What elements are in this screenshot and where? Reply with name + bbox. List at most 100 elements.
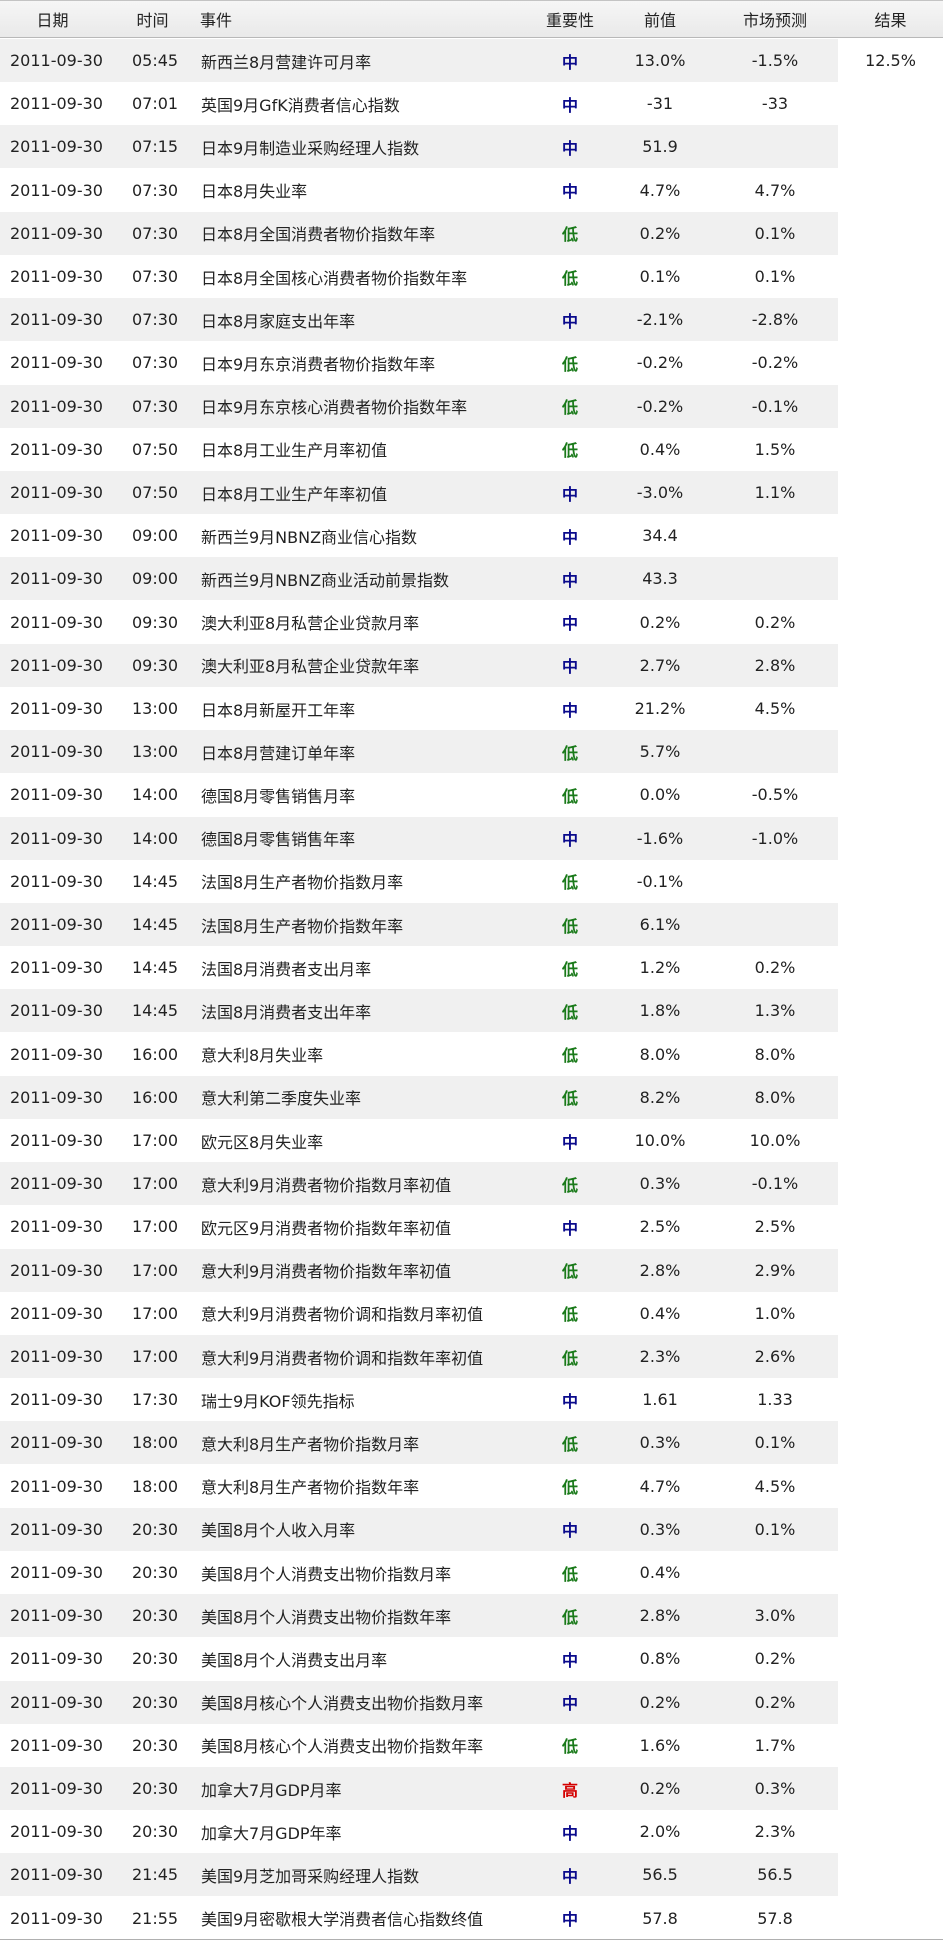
- row-time: 07:01: [132, 94, 179, 114]
- row-time: 07:30: [132, 396, 179, 416]
- row-previous: 8.2%: [639, 1087, 681, 1107]
- row-importance: 低: [561, 916, 578, 936]
- row-previous: 2.8%: [639, 1606, 681, 1626]
- row-date: 2011-09-30: [10, 396, 103, 416]
- row-event: 日本9月制造业采购经理人指数: [201, 138, 420, 158]
- row-time: 09:00: [132, 526, 179, 546]
- row-event: 日本8月全国核心消费者物价指数年率: [201, 268, 468, 288]
- table-row: 2011-09-30 07:30 日本8月全国消费者物价指数年率 低 0.2% 0.1%: [0, 211, 838, 255]
- row-event: 瑞士9月KOF领先指标: [201, 1391, 355, 1411]
- table-row: 2011-09-30 18:00 意大利8月生产者物价指数月率 低 0.3% 0.1%: [0, 1421, 838, 1465]
- row-date: 2011-09-30: [10, 1563, 103, 1582]
- row-forecast: 4.5%: [754, 699, 796, 718]
- row-importance: 低: [561, 1737, 578, 1757]
- table-row: 2011-09-30 17:30 瑞士9月KOF领先指标 中 1.61 1.33: [0, 1378, 838, 1421]
- row-time: 09:30: [132, 612, 179, 632]
- row-result: [838, 385, 943, 428]
- row-time: 09:00: [132, 569, 179, 589]
- row-event: 意大利9月消费者物价指数月率初值: [201, 1175, 452, 1195]
- row-time: 13:00: [132, 699, 179, 718]
- row-date: 2011-09-30: [10, 483, 103, 502]
- row-forecast: 56.5: [757, 1865, 793, 1885]
- row-forecast: 10.0%: [749, 1131, 801, 1150]
- row-date: 2011-09-30: [10, 1260, 103, 1280]
- header-date: 日期: [36, 11, 69, 30]
- row-time: 17:00: [132, 1303, 179, 1323]
- row-event: 美国8月核心个人消费支出物价指数月率: [201, 1694, 484, 1714]
- row-event: 日本8月工业生产年率初值: [201, 484, 388, 504]
- row-previous: -2.1%: [636, 310, 684, 330]
- table-row: 2011-09-30 17:00 意大利9月消费者物价调和指数月率初值 低 0.4% 1.…: [0, 1292, 838, 1335]
- row-forecast: 8.0%: [754, 1044, 796, 1064]
- row-time: 17:00: [132, 1174, 179, 1194]
- row-previous: 2.0%: [639, 1822, 681, 1842]
- row-previous: 0.0%: [639, 785, 681, 805]
- row-forecast: -0.5%: [751, 785, 799, 805]
- row-date: 2011-09-30: [10, 1217, 103, 1237]
- row-event: 意大利8月生产者物价指数年率: [201, 1478, 420, 1498]
- header-time: 时间: [136, 11, 169, 30]
- table-row: 2011-09-30 14:00 德国8月零售销售月率 低 0.0% -0.5%: [0, 773, 838, 816]
- row-result: [838, 212, 943, 255]
- row-forecast: -0.1%: [751, 396, 799, 416]
- table-row: 2011-09-30 14:45 法国8月消费者支出年率 低 1.8% 1.3%: [0, 989, 838, 1033]
- row-date: 2011-09-30: [10, 439, 103, 459]
- row-result: [838, 989, 943, 1032]
- table-row: 2011-09-30 07:30 日本9月东京消费者物价指数年率 低 -0.2% -0.2…: [0, 341, 838, 384]
- row-forecast: 1.5%: [754, 439, 796, 459]
- row-event: 美国8月核心个人消费支出物价指数年率: [201, 1737, 484, 1757]
- row-result: [838, 1292, 943, 1335]
- table-row: 2011-09-30 21:45 美国9月芝加哥采购经理人指数 中 56.5 56.5: [0, 1853, 838, 1897]
- row-date: 2011-09-30: [10, 915, 103, 934]
- row-forecast: [715, 903, 835, 946]
- row-event: 日本8月家庭支出年率: [201, 311, 356, 331]
- row-importance: 低: [561, 354, 578, 374]
- row-event: 美国9月芝加哥采购经理人指数: [201, 1866, 420, 1886]
- row-forecast: -1.0%: [751, 828, 799, 848]
- row-result: [838, 1421, 943, 1464]
- header-result: 结果: [874, 11, 907, 30]
- row-result: [838, 860, 943, 903]
- row-result: [838, 298, 943, 341]
- row-time: 16:00: [132, 1087, 179, 1107]
- row-date: 2011-09-30: [10, 310, 103, 330]
- row-forecast: -2.8%: [751, 310, 799, 330]
- row-result: [838, 1897, 943, 1940]
- row-previous: 0.2%: [639, 1779, 681, 1798]
- row-time: 07:30: [132, 267, 179, 286]
- table-row: 2011-09-30 20:30 加拿大7月GDP月率 高 0.2% 0.3%: [0, 1767, 838, 1810]
- row-result: [838, 1033, 943, 1076]
- row-previous: 0.3%: [639, 1433, 681, 1453]
- table-row: 2011-09-30 20:30 美国8月个人收入月率 中 0.3% 0.1%: [0, 1507, 838, 1551]
- row-forecast: 1.0%: [754, 1303, 796, 1323]
- row-time: 20:30: [132, 1822, 179, 1842]
- row-forecast: 4.7%: [754, 180, 796, 200]
- row-result: [838, 1853, 943, 1896]
- row-result: [838, 1205, 943, 1248]
- row-event: 澳大利亚8月私营企业贷款年率: [201, 657, 420, 677]
- table-row: 2011-09-30 13:00 日本8月营建订单年率 低 5.7%: [0, 730, 838, 774]
- row-result: [838, 644, 943, 687]
- row-result: [838, 1119, 943, 1162]
- row-previous: 0.3%: [639, 1174, 681, 1194]
- row-importance: 中: [561, 1391, 578, 1411]
- table-row: 2011-09-30 17:00 欧元区9月消费者物价指数年率初值 中 2.5% 2.5%: [0, 1205, 838, 1248]
- row-event: 日本8月工业生产月率初值: [201, 441, 388, 461]
- row-importance: 中: [561, 1823, 578, 1843]
- row-event: 意大利9月消费者物价调和指数年率初值: [201, 1348, 484, 1368]
- row-date: 2011-09-30: [10, 1606, 103, 1626]
- row-time: 17:00: [132, 1347, 179, 1366]
- row-forecast: -0.1%: [751, 1174, 799, 1194]
- row-forecast: [715, 125, 835, 168]
- table-row: 2011-09-30 16:00 意大利8月失业率 低 8.0% 8.0%: [0, 1033, 838, 1076]
- table-row: 2011-09-30 17:00 意大利9月消费者物价指数年率初值 低 2.8% 2.9%: [0, 1248, 838, 1292]
- row-previous: 0.4%: [639, 1303, 681, 1323]
- row-importance: 低: [561, 786, 578, 806]
- row-previous: 0.2%: [639, 223, 681, 243]
- row-result: [838, 514, 943, 557]
- row-previous: 0.4%: [639, 1563, 681, 1582]
- row-result: [838, 817, 943, 860]
- table-row: 2011-09-30 09:30 澳大利亚8月私营企业贷款年率 中 2.7% 2.8%: [0, 643, 838, 687]
- row-forecast: 0.2%: [754, 1649, 796, 1669]
- row-importance: 低: [561, 1607, 578, 1627]
